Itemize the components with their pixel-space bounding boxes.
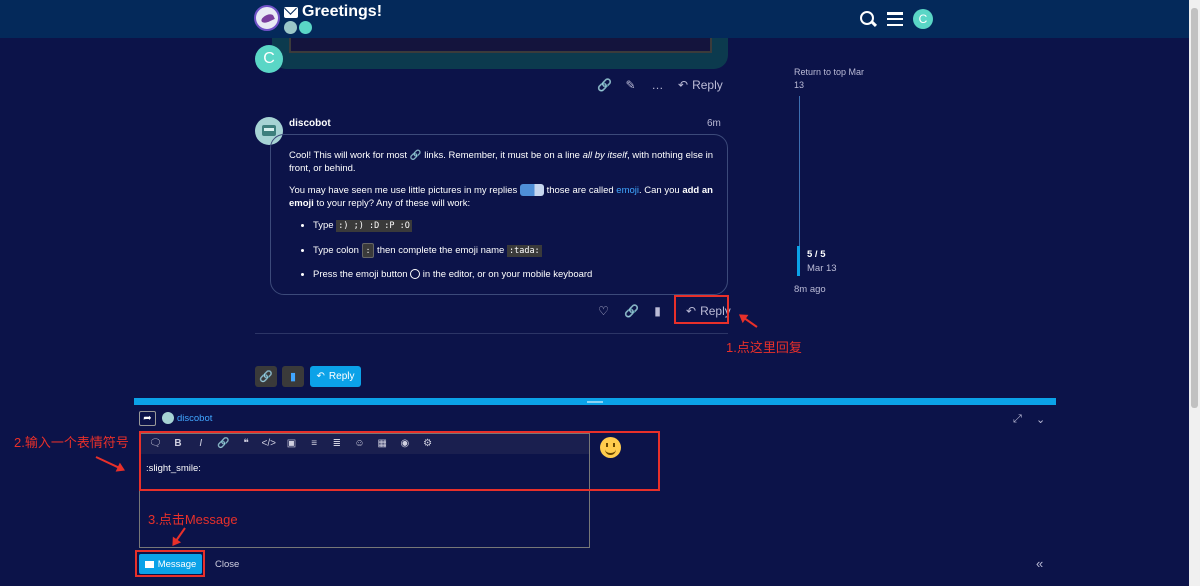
- emoji-image: [519, 184, 544, 197]
- fullscreen-icon[interactable]: ⤢: [1013, 413, 1022, 426]
- pencil-icon[interactable]: ✎: [624, 78, 637, 92]
- link-icon[interactable]: 🔗: [597, 78, 612, 92]
- annotation-arrow-1: [740, 314, 758, 328]
- topic-reply-button[interactable]: ↶ Reply: [310, 366, 361, 387]
- smile-icon: [410, 269, 421, 280]
- post-body: Cool! This will work for most 🔗 links. R…: [289, 149, 719, 291]
- list-item: Type colon : then complete the emoji nam…: [313, 243, 719, 258]
- recipient-name: discobot: [177, 412, 213, 424]
- post-username[interactable]: discobot: [289, 118, 331, 129]
- reply-label: Reply: [328, 371, 355, 382]
- list-item: Press the emoji button in the editor, or…: [313, 268, 719, 281]
- reply-label: Reply: [692, 78, 723, 92]
- bookmark-icon[interactable]: ▮: [651, 304, 664, 318]
- emoji-link[interactable]: emoji: [616, 185, 639, 196]
- page-scrollbar[interactable]: [1189, 0, 1200, 586]
- previous-post-quote: [289, 38, 712, 53]
- composer-recipient[interactable]: discobot: [162, 412, 212, 424]
- link-icon[interactable]: 🔗: [624, 304, 639, 318]
- post-paragraph-1: Cool! This will work for most 🔗 links. R…: [289, 150, 714, 174]
- topic-participants: [284, 21, 312, 34]
- list-item: Type :) ;) :D :P :O: [313, 219, 719, 233]
- recipient-avatar: [162, 412, 174, 424]
- scroll-thumb[interactable]: [1191, 8, 1198, 408]
- search-icon[interactable]: [860, 10, 877, 28]
- topic-title-wrap: Greetings!: [284, 3, 382, 21]
- link-icon: 🔗: [409, 150, 422, 161]
- post-separator: [255, 333, 728, 334]
- envelope-icon: [144, 560, 154, 568]
- editor-highlight-box: [139, 431, 660, 491]
- reply-highlight-box: [674, 295, 729, 324]
- bookmark-icon: ▮: [289, 371, 297, 383]
- timeline-post-count: 5 / 5: [807, 249, 826, 260]
- more-icon[interactable]: …: [651, 78, 664, 92]
- collapse-preview-icon[interactable]: «: [1036, 556, 1043, 571]
- previous-post-actions: 🔗 ✎ … ↶ Reply: [597, 78, 723, 92]
- composer-resize-grip[interactable]: [587, 401, 603, 403]
- post-time[interactable]: 6m: [707, 118, 721, 129]
- close-button[interactable]: Close: [215, 559, 239, 570]
- annotation-arrow-2: [95, 456, 124, 471]
- participant-avatar-c[interactable]: [299, 21, 312, 34]
- bookmark-topic-button[interactable]: ▮: [282, 366, 304, 387]
- reply-arrow-icon: ↶: [678, 78, 689, 92]
- timeline-last-activity[interactable]: 8m ago: [794, 284, 826, 295]
- heart-icon[interactable]: ♡: [597, 304, 610, 318]
- annotation-step-3: 3.点击Message: [148, 512, 238, 527]
- link-icon: 🔗: [259, 371, 273, 383]
- site-header: [0, 0, 1189, 38]
- previous-post-reply-button[interactable]: ↶ Reply: [678, 78, 723, 92]
- timeline-return-to-top[interactable]: Return to top Mar 13: [794, 66, 874, 92]
- annotation-step-2: 2.输入一个表情符号: [14, 435, 129, 450]
- header-icons: C: [860, 9, 933, 29]
- share-arrow-icon: ➦: [143, 413, 152, 424]
- annotation-step-1: 1.点这里回复: [726, 340, 802, 355]
- timeline-date: Mar 13: [807, 263, 837, 274]
- previous-post-avatar[interactable]: C: [255, 45, 283, 73]
- emoji-instructions-list: Type :) ;) :D :P :O Type colon : then co…: [313, 219, 719, 281]
- envelope-icon: [284, 6, 298, 18]
- hamburger-menu-icon[interactable]: [887, 12, 903, 26]
- post-paragraph-2: You may have seen me use little pictures…: [289, 184, 713, 209]
- composer-action-button[interactable]: ➦: [139, 411, 156, 426]
- participant-avatar-discobot[interactable]: [284, 21, 297, 34]
- share-topic-button[interactable]: 🔗: [255, 366, 277, 387]
- site-logo[interactable]: [254, 5, 280, 31]
- topic-title[interactable]: Greetings!: [302, 3, 382, 21]
- topic-timeline: Return to top Mar 13: [794, 66, 894, 92]
- message-label: Message: [157, 558, 197, 570]
- chevron-down-icon[interactable]: ⌄: [1036, 413, 1045, 426]
- user-avatar[interactable]: C: [913, 9, 933, 29]
- reply-arrow-icon: ↶: [316, 371, 325, 382]
- message-button[interactable]: Message: [139, 554, 202, 574]
- timeline-handle[interactable]: [797, 246, 800, 276]
